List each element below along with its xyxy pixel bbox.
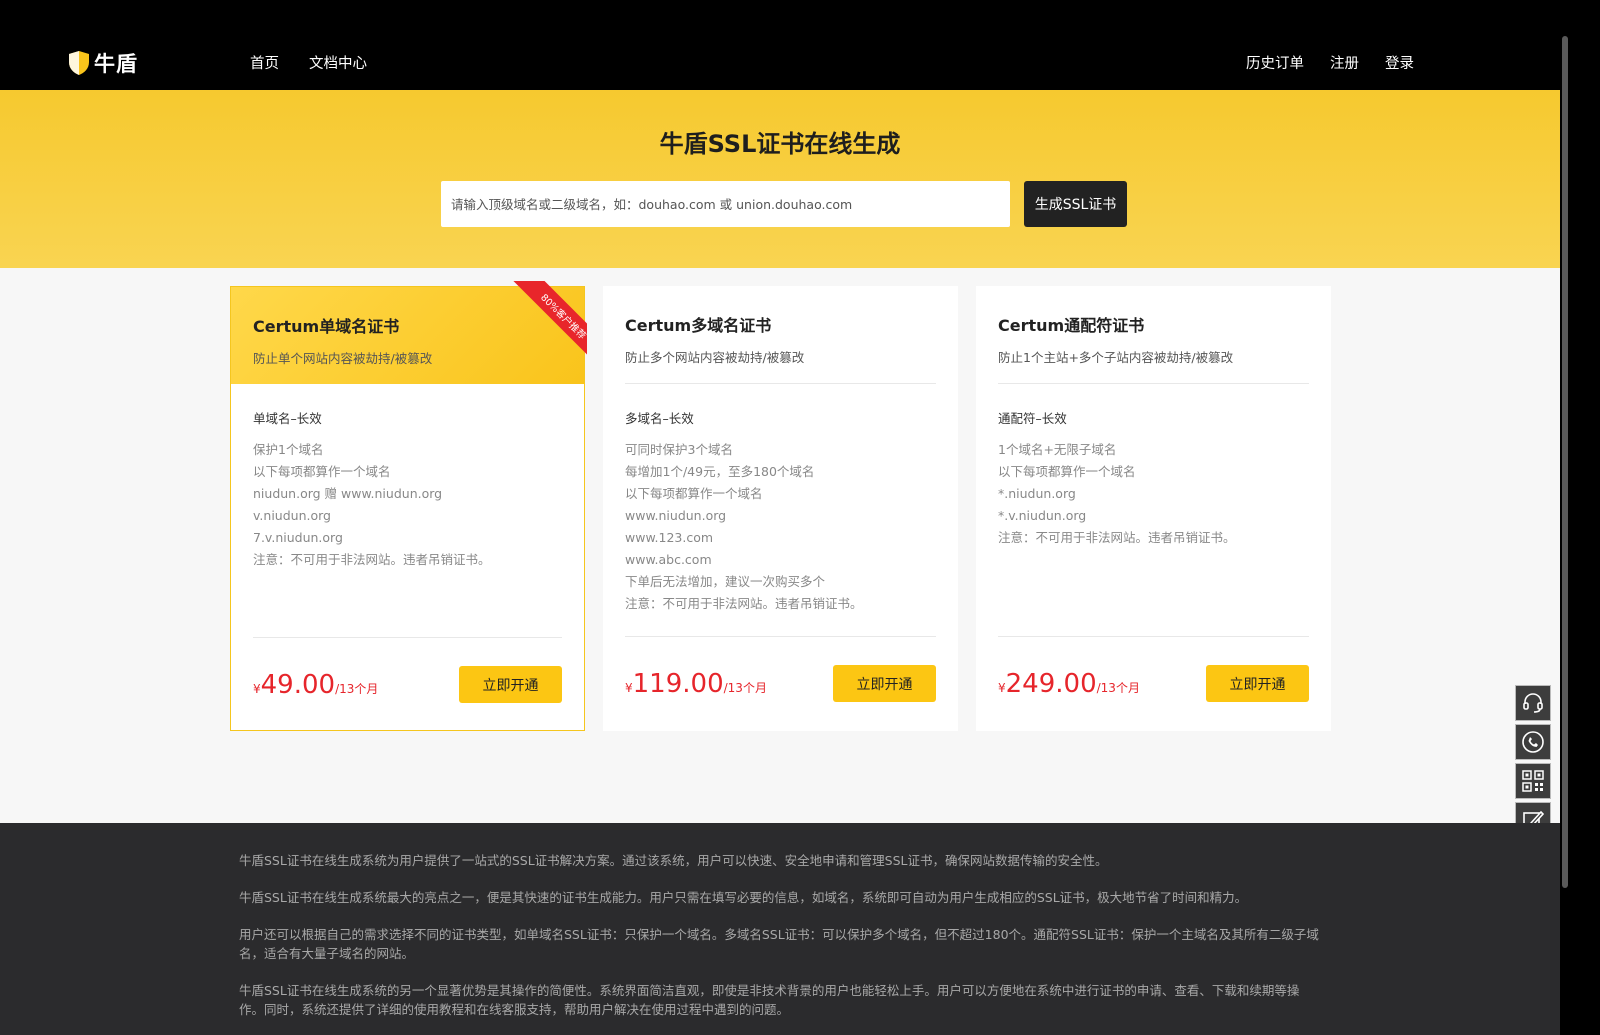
feature-item: 保护1个域名 xyxy=(253,442,324,457)
footer-paragraph: 牛盾SSL证书在线生成系统为用户提供了一站式的SSL证书解决方案。通过该系统，用… xyxy=(239,853,1108,868)
feature-item: 每增加1个/49元，至多180个域名 xyxy=(625,464,815,479)
logo[interactable]: 牛盾 xyxy=(68,48,138,78)
plan-name: 单域名–长效 xyxy=(253,411,322,426)
hero-title: 牛盾SSL证书在线生成 xyxy=(659,130,901,158)
price: ¥ 249.00 /13个月 xyxy=(998,669,1140,699)
generate-ssl-button[interactable]: 生成SSL证书 xyxy=(1024,181,1127,227)
price: ¥ 119.00 /13个月 xyxy=(625,669,767,699)
buy-now-button[interactable]: 立即开通 xyxy=(1206,665,1309,702)
feature-item: 以下每项都算作一个域名 xyxy=(998,464,1136,479)
feature-item: www.abc.com xyxy=(625,552,712,567)
feature-item: www.123.com xyxy=(625,530,714,545)
price-currency: ¥ xyxy=(998,681,1006,695)
account-nav: 历史订单 注册 登录 xyxy=(1246,52,1414,73)
product-card-single-domain: Certum单域名证书 防止单个网站内容被劫持/被篡改 80%客户推荐 单域名–… xyxy=(230,281,587,731)
feature-item: 注意：不可用于非法网站。违者吊销证书。 xyxy=(253,552,491,567)
feature-item: 下单后无法增加，建议一次购买多个 xyxy=(625,574,826,589)
price-amount: 119.00 xyxy=(632,669,724,699)
feature-item: *.v.niudun.org xyxy=(998,508,1087,523)
footer-paragraph: 用户还可以根据自己的需求选择不同的证书类型，如单域名SSL证书：只保护一个域名。… xyxy=(239,927,1319,961)
card-body: 单域名–长效 保护1个域名 以下每项都算作一个域名 niudun.org 赠 w… xyxy=(231,384,584,637)
domain-input[interactable] xyxy=(441,181,1010,227)
top-nav-bar: 牛盾 首页 文档中心 历史订单 注册 登录 xyxy=(0,0,1560,90)
page: 牛盾 首页 文档中心 历史订单 注册 登录 牛盾SSL证书在线生成 生成SSL证… xyxy=(0,0,1560,1035)
feature-item: 以下每项都算作一个域名 xyxy=(625,486,763,501)
card-title: Certum多域名证书 xyxy=(625,316,772,335)
primary-nav: 首页 文档中心 xyxy=(250,52,367,73)
scrollbar-thumb[interactable] xyxy=(1562,36,1568,888)
logo-text: 牛盾 xyxy=(94,52,138,76)
floating-toolbar xyxy=(1515,685,1551,841)
feature-item: 7.v.niudun.org xyxy=(253,530,343,545)
feature-item: 1个域名+无限子域名 xyxy=(998,442,1117,457)
price: ¥ 49.00 /13个月 xyxy=(253,670,378,700)
shield-logo-icon xyxy=(69,51,89,75)
plan-name: 通配符–长效 xyxy=(998,411,1067,426)
headset-icon xyxy=(1523,693,1543,713)
ribbon-label: 80%客户推荐 xyxy=(510,281,587,370)
feature-item: niudun.org 赠 www.niudun.org xyxy=(253,486,443,501)
card-subtitle: 防止多个网站内容被劫持/被篡改 xyxy=(625,350,805,365)
card-subtitle: 防止1个主站+多个子站内容被劫持/被篡改 xyxy=(998,350,1234,365)
card-title: Certum通配符证书 xyxy=(998,316,1145,335)
phone-icon xyxy=(1522,731,1544,753)
feature-item: 以下每项都算作一个域名 xyxy=(253,464,391,479)
plan-name: 多域名–长效 xyxy=(625,411,694,426)
nav-register[interactable]: 注册 xyxy=(1330,52,1359,73)
price-amount: 49.00 xyxy=(260,670,336,700)
feature-item: 可同时保护3个域名 xyxy=(625,442,733,457)
price-period: /13个月 xyxy=(723,681,767,695)
divider xyxy=(253,637,562,638)
footer-description: 牛盾SSL证书在线生成系统为用户提供了一站式的SSL证书解决方案。通过该系统，用… xyxy=(0,823,1560,1035)
card-body: 多域名–长效 可同时保护3个域名 每增加1个/49元，至多180个域名 以下每项… xyxy=(603,384,958,637)
divider xyxy=(625,636,936,637)
price-period: /13个月 xyxy=(1096,681,1140,695)
recommend-ribbon: 80%客户推荐 xyxy=(495,281,587,373)
buy-now-button[interactable]: 立即开通 xyxy=(459,666,562,703)
customer-service-button[interactable] xyxy=(1515,685,1551,721)
feature-item: www.niudun.org xyxy=(625,508,727,523)
price-period: /13个月 xyxy=(335,682,379,696)
feature-item: *.niudun.org xyxy=(998,486,1076,501)
card-header: Certum通配符证书 防止1个主站+多个子站内容被劫持/被篡改 xyxy=(976,286,1331,383)
product-card-multi-domain: Certum多域名证书 防止多个网站内容被劫持/被篡改 多域名–长效 可同时保护… xyxy=(603,286,958,731)
nav-order-history[interactable]: 历史订单 xyxy=(1246,52,1304,73)
hero-banner: 牛盾SSL证书在线生成 生成SSL证书 xyxy=(0,90,1560,268)
buy-now-button[interactable]: 立即开通 xyxy=(833,665,936,702)
price-currency: ¥ xyxy=(625,681,633,695)
price-currency: ¥ xyxy=(253,682,261,696)
price-amount: 249.00 xyxy=(1005,669,1097,699)
footer-paragraph: 牛盾SSL证书在线生成系统的另一个显著优势是其操作的简便性。系统界面简洁直观，即… xyxy=(239,983,1300,1017)
feature-item: 注意：不可用于非法网站。违者吊销证书。 xyxy=(998,530,1236,545)
product-card-wildcard: Certum通配符证书 防止1个主站+多个子站内容被劫持/被篡改 通配符–长效 … xyxy=(976,286,1331,731)
card-body: 通配符–长效 1个域名+无限子域名 以下每项都算作一个域名 *.niudun.o… xyxy=(976,384,1331,637)
feature-item: v.niudun.org xyxy=(253,508,331,523)
nav-login[interactable]: 登录 xyxy=(1385,52,1414,73)
nav-docs[interactable]: 文档中心 xyxy=(309,52,367,73)
card-header: Certum多域名证书 防止多个网站内容被劫持/被篡改 xyxy=(603,286,958,383)
divider xyxy=(998,636,1309,637)
qrcode-button[interactable] xyxy=(1515,763,1551,799)
footer-paragraph: 牛盾SSL证书在线生成系统最大的亮点之一，便是其快速的证书生成能力。用户只需在填… xyxy=(239,890,1248,905)
qrcode-icon xyxy=(1522,770,1544,792)
feature-item: 注意：不可用于非法网站。违者吊销证书。 xyxy=(625,596,863,611)
nav-home[interactable]: 首页 xyxy=(250,52,279,73)
phone-button[interactable] xyxy=(1515,724,1551,760)
